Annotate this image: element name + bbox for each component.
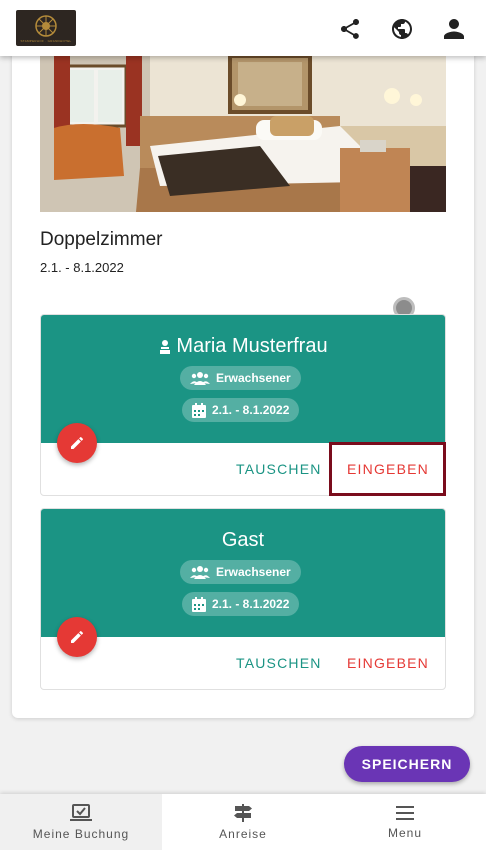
edit-guest-button[interactable] <box>57 617 97 657</box>
booking-icon <box>70 803 92 821</box>
guest-name-text: Maria Musterfrau <box>176 335 328 357</box>
guest-type-label: Erwachsener <box>216 371 291 385</box>
pencil-icon <box>71 630 83 643</box>
nav-item-arrival[interactable]: Anreise <box>162 794 324 850</box>
person-icon <box>160 339 171 354</box>
guest-type-chip: Erwachsener <box>180 560 301 584</box>
nav-label: Menu <box>387 825 423 840</box>
guest-dates-label: 2.1. - 8.1.2022 <box>212 597 290 611</box>
guest-dates-label: 2.1. - 8.1.2022 <box>212 403 290 417</box>
guest-name-text: Gast <box>221 529 265 551</box>
enter-guest-button[interactable]: EINGEBEN <box>347 655 429 671</box>
guest-type-chip: Erwachsener <box>180 366 301 390</box>
signpost-icon <box>234 803 252 822</box>
nav-item-menu[interactable]: Menu <box>324 794 486 850</box>
account-icon[interactable] <box>441 16 467 42</box>
hotel-logo[interactable]: STAMPERHOF · GRANDHOTEL <box>16 10 76 46</box>
guest-card: Maria Musterfrau Erwachsener 2.1. - 8.1.… <box>40 314 446 496</box>
guest-card-header: Maria Musterfrau Erwachsener 2.1. - 8.1.… <box>41 315 445 443</box>
edit-guest-button[interactable] <box>57 423 97 463</box>
guest-dates-chip: 2.1. - 8.1.2022 <box>182 398 300 422</box>
room-photo <box>40 56 446 212</box>
room-title: Doppelzimmer <box>40 229 163 250</box>
guest-card: Gast Erwachsener 2.1. - 8.1.2022 TAUSCHE… <box>40 508 446 690</box>
nav-item-my-booking[interactable]: Meine Buchung <box>0 794 162 850</box>
save-button[interactable]: SPEICHERN <box>344 746 470 782</box>
group-icon <box>190 566 210 579</box>
calendar-icon <box>192 402 206 418</box>
highlight-frame <box>329 442 446 496</box>
globe-icon[interactable] <box>389 16 415 42</box>
pencil-icon <box>71 436 83 449</box>
nav-label: Meine Buchung <box>32 826 130 841</box>
swap-guest-button[interactable]: TAUSCHEN <box>236 655 322 671</box>
guest-name: Maria Musterfrau <box>41 335 445 358</box>
guest-name: Gast <box>41 529 445 552</box>
share-icon[interactable] <box>337 16 363 42</box>
bottom-navigation: Meine Buchung Anreise Menu <box>0 794 486 850</box>
top-app-bar: STAMPERHOF · GRANDHOTEL <box>0 0 486 56</box>
nav-label: Anreise <box>219 826 267 841</box>
guest-dates-chip: 2.1. - 8.1.2022 <box>182 592 300 616</box>
logo-wordmark: STAMPERHOF · GRANDHOTEL <box>20 38 72 43</box>
menu-icon <box>396 805 414 820</box>
swap-guest-button[interactable]: TAUSCHEN <box>236 461 322 477</box>
guest-card-header: Gast Erwachsener 2.1. - 8.1.2022 <box>41 509 445 637</box>
group-icon <box>190 372 210 385</box>
calendar-icon <box>192 596 206 612</box>
guest-type-label: Erwachsener <box>216 565 291 579</box>
room-dates: 2.1. - 8.1.2022 <box>40 260 124 275</box>
